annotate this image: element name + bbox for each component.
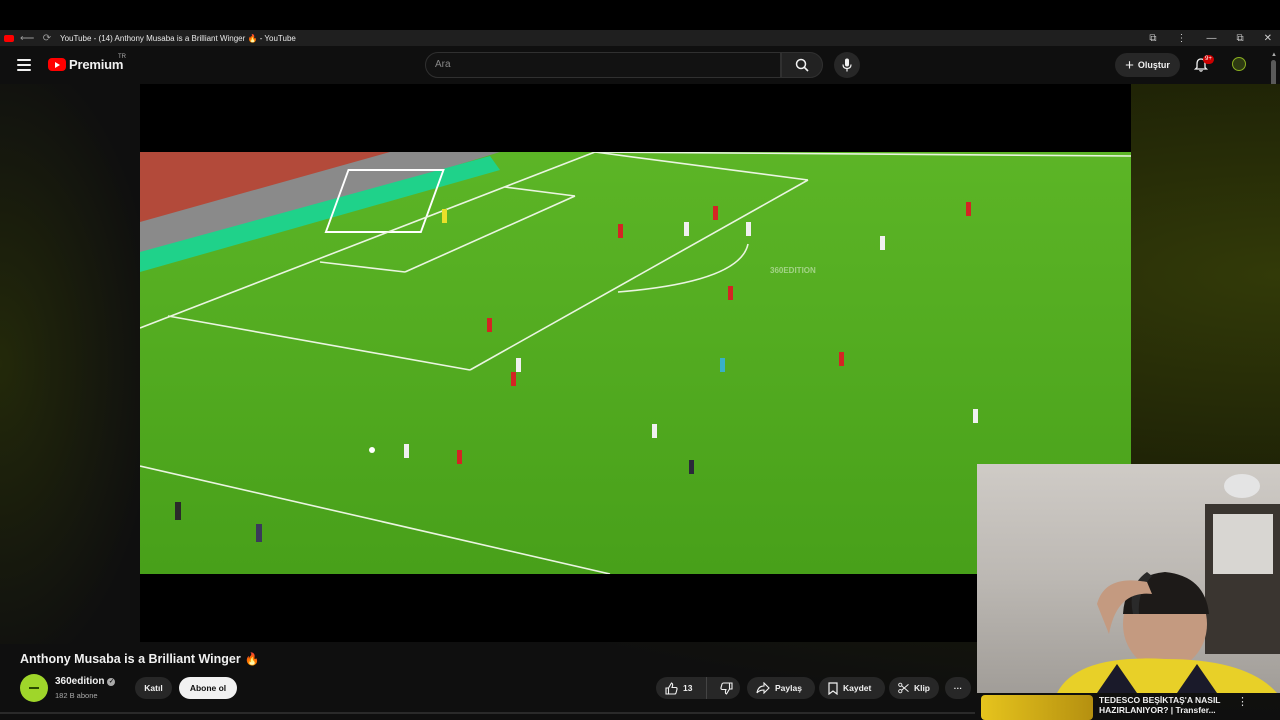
channel-name[interactable]: 360edition ✓ — [55, 676, 116, 687]
more-actions-button[interactable]: ··· — [945, 677, 971, 699]
youtube-favicon-icon — [4, 34, 14, 42]
youtube-header: Premium TR Ara + Oluştur 9+ — [0, 46, 1280, 84]
microphone-icon — [842, 58, 852, 72]
minimize-button[interactable]: — — [1206, 33, 1216, 44]
account-avatar[interactable] — [1232, 57, 1246, 71]
search-button[interactable] — [781, 52, 823, 78]
back-arrow-icon[interactable]: ⟵ — [20, 33, 34, 44]
youtube-play-icon — [48, 58, 66, 71]
create-label: Oluştur — [1137, 60, 1170, 70]
notifications-badge: 9+ — [1203, 55, 1214, 64]
ambient-left-glow — [0, 84, 140, 644]
fire-emoji-icon: 🔥 — [244, 652, 260, 666]
subscriber-count: 182 B abone — [55, 691, 98, 700]
webcam-person — [1057, 474, 1280, 693]
search-icon — [795, 58, 809, 72]
scroll-up-arrow-icon[interactable]: ▲ — [1271, 52, 1277, 58]
extensions-icon[interactable]: ⧉ — [1149, 33, 1156, 44]
country-code: TR — [118, 54, 126, 60]
dislike-button[interactable] — [712, 681, 740, 695]
join-button[interactable]: Katıl — [135, 677, 172, 699]
like-count: 13 — [683, 683, 693, 693]
close-button[interactable]: ✕ — [1264, 33, 1272, 44]
youtube-premium-logo[interactable]: Premium TR — [48, 54, 126, 72]
recommendation-thumbnail[interactable] — [981, 695, 1093, 720]
clip-label: Klip — [913, 683, 930, 693]
verified-check-icon: ✓ — [107, 677, 116, 686]
reload-icon[interactable]: ⟳ — [40, 33, 54, 44]
recommendation-item[interactable]: TEDESCO BEŞİKTAŞ'A NASIL HAZIRLANIYOR? |… — [981, 695, 1271, 720]
recommendation-title[interactable]: TEDESCO BEŞİKTAŞ'A NASIL HAZIRLANIYOR? |… — [1099, 695, 1229, 720]
share-button[interactable]: Paylaş — [747, 677, 815, 699]
channel-name-text[interactable]: 360edition — [55, 676, 104, 687]
voice-search-button[interactable] — [834, 52, 860, 78]
webcam-overlay — [977, 464, 1280, 693]
save-button[interactable]: Kaydet — [819, 677, 885, 699]
share-arrow-icon — [756, 682, 770, 694]
kebab-menu-icon[interactable]: ⋮ — [1237, 695, 1248, 720]
clip-button[interactable]: Klip — [889, 677, 939, 699]
thumbs-up-icon — [665, 681, 678, 695]
video-title-text: Anthony Musaba is a Brilliant Winger — [20, 652, 241, 666]
subscribe-button[interactable]: Abone ol — [179, 677, 237, 699]
hamburger-menu-icon[interactable] — [17, 59, 31, 71]
scissors-icon — [898, 682, 909, 694]
search-input[interactable]: Ara — [425, 52, 781, 78]
create-button[interactable]: + Oluştur — [1115, 53, 1180, 77]
thumbs-down-icon — [719, 681, 733, 695]
window-title: YouTube - (14) Anthony Musaba is a Brill… — [60, 33, 296, 43]
divider — [0, 712, 975, 714]
football — [369, 447, 375, 453]
logo-text: Premium — [69, 57, 124, 72]
save-label: Kaydet — [843, 683, 872, 693]
video-title: Anthony Musaba is a Brilliant Winger 🔥 — [20, 652, 260, 666]
kebab-menu-icon[interactable]: ⋮ — [1176, 33, 1186, 44]
video-watermark: 360EDITION — [770, 266, 816, 275]
plus-icon: + — [1125, 56, 1134, 74]
os-top-bar — [0, 0, 1280, 30]
like-dislike-group: 13 — [656, 677, 740, 699]
bookmark-icon — [828, 681, 838, 695]
restore-button[interactable]: ⧉ — [1236, 33, 1243, 44]
like-button[interactable]: 13 — [656, 677, 708, 699]
browser-titlebar: ⟵ ⟳ YouTube - (14) Anthony Musaba is a B… — [0, 30, 1280, 46]
share-label: Paylaş — [775, 683, 802, 693]
channel-avatar[interactable] — [20, 674, 48, 702]
